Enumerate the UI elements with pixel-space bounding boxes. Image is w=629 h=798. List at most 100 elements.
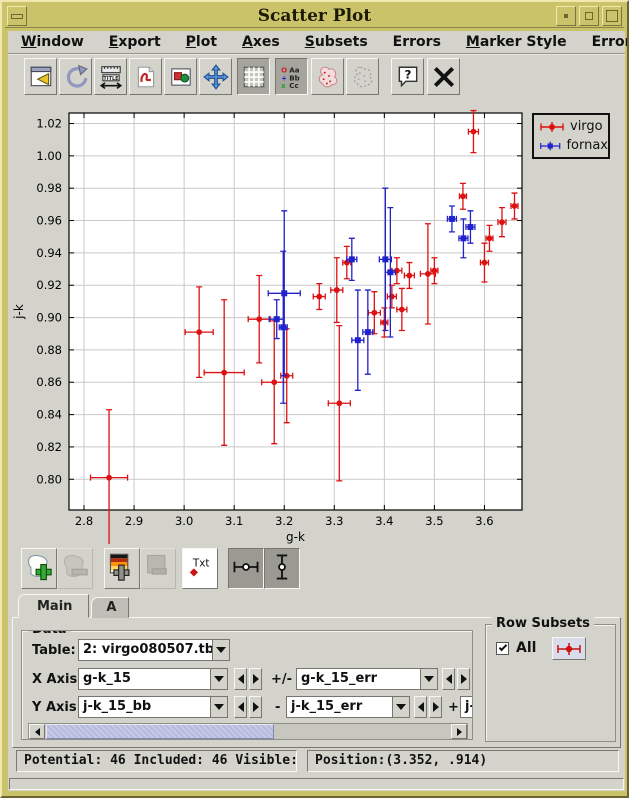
- svg-text:0.80: 0.80: [36, 472, 62, 486]
- svg-text:0.98: 0.98: [36, 181, 62, 195]
- right-arrow-icon: [461, 674, 467, 684]
- menu-errors[interactable]: Errors: [393, 34, 441, 50]
- table-select[interactable]: 2: virgo080507.tbl: [78, 639, 230, 661]
- message-strip: [9, 778, 624, 790]
- close-window-button[interactable]: [427, 58, 460, 95]
- tab-main[interactable]: Main: [18, 594, 89, 618]
- scatter-plot-canvas[interactable]: 2.82.93.03.13.23.33.43.53.60.800.820.840…: [8, 97, 625, 544]
- x-pm-label: +/-: [271, 672, 292, 687]
- svg-text:0.84: 0.84: [36, 408, 62, 422]
- left-arrow-icon: [238, 702, 244, 712]
- x-axis-select[interactable]: g-k_15: [78, 668, 228, 690]
- split-window-button[interactable]: [24, 58, 57, 95]
- export-pdf-button[interactable]: [129, 58, 162, 95]
- left-arrow-icon: [418, 702, 424, 712]
- remove-aux-axis-button: [140, 548, 176, 589]
- svg-text:Txt: Txt: [192, 557, 210, 569]
- subset-marker-style-button[interactable]: [552, 637, 586, 660]
- x-axis-next-button[interactable]: [249, 668, 262, 690]
- menu-marker-style[interactable]: Marker Style: [466, 34, 567, 50]
- maximize-button[interactable]: [602, 6, 622, 26]
- svg-text:3.3: 3.3: [325, 514, 343, 528]
- svg-text:Cc: Cc: [289, 80, 298, 89]
- add-aux-axis-button[interactable]: [104, 548, 140, 589]
- replot-button[interactable]: [59, 58, 92, 95]
- help-button[interactable]: ?: [391, 58, 424, 95]
- plot-controls: Txt: [8, 547, 625, 591]
- y-error-next-button[interactable]: [429, 696, 442, 718]
- dropdown-arrow-icon: [392, 697, 409, 717]
- annotate-text-button[interactable]: Txt: [182, 548, 218, 589]
- svg-text:2.8: 2.8: [75, 514, 93, 528]
- blob-subset-button[interactable]: [311, 58, 344, 95]
- table-label: Table:: [32, 643, 76, 658]
- svg-text:0.82: 0.82: [36, 440, 62, 454]
- svg-text:0.94: 0.94: [36, 246, 62, 260]
- dropdown-arrow-icon: [212, 640, 229, 660]
- x-errors-button[interactable]: [228, 548, 264, 589]
- legend-label: fornax: [566, 138, 608, 153]
- svg-text:g-k: g-k: [286, 530, 305, 544]
- y-errors-button[interactable]: [264, 548, 300, 589]
- right-arrow-icon: [457, 728, 462, 736]
- y-axis-prev-button[interactable]: [234, 696, 247, 718]
- export-image-button[interactable]: [164, 58, 197, 95]
- data-panel-scrollbar[interactable]: [28, 723, 468, 740]
- y-axis-next-button[interactable]: [249, 696, 262, 718]
- y-axis-select-value: j-k_15_bb: [79, 697, 210, 717]
- svg-text:3.0: 3.0: [175, 514, 193, 528]
- blob-subset-icon: [315, 64, 341, 90]
- menubar: Window Export Plot Axes Subsets Errors Marker …: [8, 31, 625, 55]
- legend-style-button[interactable]: OAa+BbxCc: [275, 58, 308, 95]
- add-dataset-button[interactable]: [21, 548, 57, 589]
- scroll-left-button[interactable]: [29, 724, 45, 739]
- y-axis-label: Y Axis:: [32, 700, 82, 715]
- y-errors-icon: [267, 552, 297, 585]
- grid-button[interactable]: [237, 58, 270, 95]
- add-dataset-icon: [24, 552, 54, 585]
- svg-text:0.86: 0.86: [36, 375, 62, 389]
- left-arrow-icon: [35, 728, 40, 736]
- help-icon: ?: [395, 64, 421, 90]
- x-error-spinner: [442, 668, 470, 690]
- svg-text:0.92: 0.92: [36, 278, 62, 292]
- region-subset-button[interactable]: [346, 58, 379, 95]
- svg-text:3.1: 3.1: [225, 514, 243, 528]
- x-error-next-button[interactable]: [457, 668, 470, 690]
- y-plus-label: +: [448, 700, 459, 715]
- dataset-tabs: Main A: [18, 594, 129, 618]
- tab-a[interactable]: A: [91, 597, 129, 618]
- y-axis-row: Y Axis: j-k_15_bb - j-k_15_err: [22, 696, 472, 720]
- minimize-button[interactable]: [556, 6, 576, 26]
- menu-error-style[interactable]: Error Style: [592, 34, 629, 50]
- row-subsets-title: Row Subsets: [492, 616, 594, 631]
- data-groupbox-title: Data: [28, 630, 71, 637]
- x-error-select[interactable]: g-k_15_err: [296, 668, 438, 690]
- all-subset-checkbox[interactable]: [496, 642, 509, 655]
- remove-dataset-icon: [60, 552, 90, 585]
- y-axis-select[interactable]: j-k_15_bb: [78, 696, 228, 718]
- x-axis-select-value: g-k_15: [79, 669, 210, 689]
- legend-style-icon: OAa+BbxCc: [279, 64, 305, 90]
- scroll-right-button[interactable]: [451, 724, 467, 739]
- x-axis-prev-button[interactable]: [234, 668, 247, 690]
- y-error-select[interactable]: j-k_15_err: [286, 696, 410, 718]
- grid-icon: [241, 64, 267, 90]
- restore-button[interactable]: [579, 6, 599, 26]
- menu-export[interactable]: Export: [109, 34, 161, 50]
- svg-text:3.5: 3.5: [425, 514, 443, 528]
- menu-subsets[interactable]: Subsets: [305, 34, 368, 50]
- remove-aux-axis-icon: [143, 552, 173, 585]
- menu-plot[interactable]: Plot: [186, 34, 217, 50]
- titlebar[interactable]: Scatter Plot: [5, 4, 624, 28]
- y-error-prev-button[interactable]: [414, 696, 427, 718]
- y-plus-error-select[interactable]: j-: [460, 696, 473, 718]
- axis-edit-button[interactable]: TITLE: [94, 58, 127, 95]
- menu-window[interactable]: Window: [21, 34, 84, 50]
- rescale-button[interactable]: [199, 58, 232, 95]
- data-groupbox: Data Table: 2: virgo080507.tbl X Axis: g…: [21, 630, 473, 740]
- y-plus-error-select-value: j-: [461, 697, 473, 717]
- scrollbar-thumb[interactable]: [46, 724, 274, 739]
- x-error-prev-button[interactable]: [442, 668, 455, 690]
- menu-axes[interactable]: Axes: [242, 34, 280, 50]
